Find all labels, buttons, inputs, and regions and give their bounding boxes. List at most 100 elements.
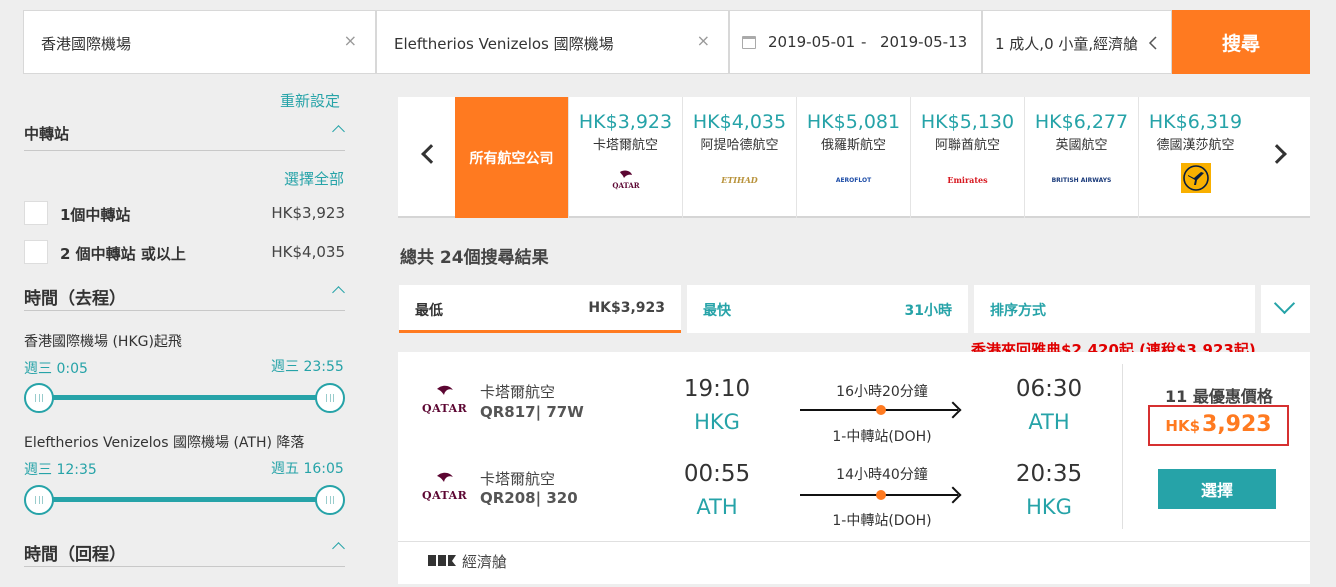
- leg1-arrive-code: ATH: [1028, 410, 1070, 434]
- airline-filter-british-airways[interactable]: HK$6,277 英國航空 BRITISH AIRWAYS: [1024, 97, 1138, 218]
- airline-name: 俄羅斯航空: [820, 138, 886, 153]
- select-all-stops-link[interactable]: 選擇全部: [284, 168, 344, 189]
- sort-fastest-value: 31小時: [904, 303, 952, 319]
- leg1-depart-time: 19:10: [683, 376, 751, 402]
- depart-slider-max-handle[interactable]: [315, 383, 345, 413]
- price-divider: [1122, 364, 1123, 529]
- leg2-duration: 14小時40分鐘: [836, 467, 928, 483]
- carousel-prev-icon[interactable]: [421, 144, 441, 164]
- airline-filter-aeroflot[interactable]: HK$5,081 俄羅斯航空 AEROFLOT: [796, 97, 910, 218]
- depart-max-time: 週三 23:55: [271, 359, 344, 375]
- sort-by-label: 排序方式: [990, 303, 1046, 319]
- travelers-field[interactable]: 1 成人,0 小童,經濟艙: [982, 10, 1172, 74]
- sort-tab-cheapest[interactable]: 最低 HK$3,923: [399, 285, 681, 333]
- airline-price: HK$5,130: [920, 111, 1015, 133]
- aeroflot-logo-icon: AEROFLOT: [835, 176, 872, 184]
- airline-name: 阿提哈德航空: [700, 138, 779, 153]
- reset-filters-link[interactable]: 重新設定: [280, 90, 340, 111]
- arrive-max-time: 週五 16:05: [271, 461, 344, 477]
- search-button[interactable]: 搜尋: [1172, 10, 1310, 74]
- airline-price: HK$5,081: [806, 111, 901, 133]
- airline-name: 英國航空: [1055, 138, 1108, 153]
- leg1-stops: 1-中轉站(DOH): [832, 429, 932, 445]
- airline-filter-qatar[interactable]: HK$3,923 卡塔爾航空 QATAR: [568, 97, 682, 218]
- leg1-arrive-time: 06:30: [1015, 376, 1083, 402]
- price-currency: HK$: [1165, 417, 1201, 435]
- date-separator: -: [861, 33, 867, 51]
- sort-by-dropdown[interactable]: 排序方式: [974, 285, 1255, 333]
- origin-field[interactable]: 香港國際機場 ×: [23, 10, 376, 74]
- airline-filter-emirates[interactable]: HK$5,130 阿聯酋航空 Emirates: [910, 97, 1024, 218]
- stops-2-price: HK$4,035: [271, 243, 345, 261]
- stops-1-label: 1個中轉站: [60, 206, 131, 224]
- stops-1-price: HK$3,923: [271, 204, 345, 222]
- outbound-time-header[interactable]: 時間（去程）: [24, 284, 345, 311]
- arrive-slider-max-handle[interactable]: [315, 485, 345, 515]
- card-divider: [398, 541, 1310, 542]
- select-flight-button[interactable]: 選擇: [1158, 469, 1276, 509]
- emirates-logo-icon: Emirates: [947, 175, 988, 185]
- clear-destination-icon[interactable]: ×: [697, 31, 710, 50]
- all-airlines-tab[interactable]: 所有航空公司: [455, 97, 568, 218]
- depart-airport-label: 香港國際機場 (HKG)起飛: [24, 334, 182, 350]
- outbound-time-title: 時間（去程）: [24, 289, 126, 309]
- qatar-logo-icon: QATAR: [422, 384, 467, 418]
- stops-section-header[interactable]: 中轉站: [24, 123, 345, 151]
- leg1-airline: 卡塔爾航空: [480, 383, 556, 401]
- airline-filter-etihad[interactable]: HK$4,035 阿提哈德航空 ETIHAD: [682, 97, 796, 218]
- arrive-slider-min-handle[interactable]: [24, 485, 54, 515]
- svg-text:QATAR: QATAR: [612, 181, 639, 190]
- destination-field[interactable]: Eleftherios Venizelos 國際機場 ×: [376, 10, 729, 74]
- clear-origin-icon[interactable]: ×: [344, 31, 357, 50]
- leg2-flight-number: QR208| 320: [480, 489, 578, 507]
- leg1-stop-dot: [876, 405, 886, 415]
- results-total: 總共 24個搜尋結果: [400, 248, 549, 268]
- lufthansa-crane-icon: [1139, 163, 1252, 193]
- leg1-duration: 16小時20分鐘: [836, 384, 928, 400]
- sort-tab-fastest[interactable]: 最快 31小時: [687, 285, 968, 333]
- leg2-depart-time: 00:55: [683, 461, 751, 487]
- leg2-stop-dot: [876, 490, 886, 500]
- airline-price: HK$6,277: [1034, 111, 1129, 133]
- airline-filter-lufthansa[interactable]: HK$6,319 德國漢莎航空: [1138, 97, 1252, 218]
- chevron-left-icon: [1148, 36, 1157, 50]
- arrive-time-slider-track[interactable]: [38, 497, 330, 502]
- leg2-depart-code: ATH: [696, 495, 738, 519]
- leg2-arrive-time: 20:35: [1015, 461, 1083, 487]
- cabin-class: 經濟艙: [462, 553, 508, 571]
- price-amount: 3,923: [1202, 412, 1272, 437]
- depart-slider-min-handle[interactable]: [24, 383, 54, 413]
- collapse-return-icon[interactable]: [332, 542, 345, 555]
- qatar-logo-icon: QATAR: [569, 169, 682, 191]
- etihad-logo-icon: ETIHAD: [721, 175, 758, 185]
- depart-time-slider-track[interactable]: [38, 395, 330, 400]
- deals-count: 11 最優惠價格: [1165, 387, 1273, 406]
- leg1-flight-number: QR817| 77W: [480, 403, 584, 421]
- date-range-field[interactable]: 2019-05-01 - 2019-05-13: [729, 10, 982, 74]
- seat-icon: [428, 555, 456, 566]
- return-time-header[interactable]: 時間（回程）: [24, 540, 345, 567]
- best-price: HK$ 3,923: [1148, 405, 1289, 446]
- sort-fastest-label: 最快: [703, 303, 731, 319]
- collapse-outbound-icon[interactable]: [332, 286, 345, 299]
- carousel-next-icon[interactable]: [1267, 144, 1287, 164]
- stops-1-checkbox[interactable]: [24, 201, 48, 225]
- airline-price: HK$6,319: [1148, 111, 1243, 133]
- stops-2-checkbox[interactable]: [24, 240, 48, 264]
- travelers-value: 1 成人,0 小童,經濟艙: [995, 35, 1139, 53]
- collapse-stops-icon[interactable]: [332, 125, 345, 138]
- date-to: 2019-05-13: [880, 33, 968, 51]
- leg2-stops: 1-中轉站(DOH): [832, 513, 932, 529]
- airline-name: 阿聯酋航空: [934, 138, 1000, 153]
- airline-price: HK$3,923: [578, 111, 673, 133]
- date-from: 2019-05-01: [768, 33, 856, 51]
- arrive-min-time: 週三 12:35: [24, 462, 97, 478]
- origin-value: 香港國際機場: [41, 35, 132, 53]
- destination-value: Eleftherios Venizelos 國際機場: [394, 35, 614, 53]
- leg2-airline: 卡塔爾航空: [480, 470, 556, 488]
- sort-cheapest-label: 最低: [415, 303, 443, 319]
- airline-price: HK$4,035: [692, 111, 787, 133]
- airline-name: 卡塔爾航空: [592, 138, 658, 153]
- airline-carousel: 所有航空公司 HK$3,923 卡塔爾航空 QATAR HK$4,035 阿提哈…: [398, 97, 1310, 218]
- calendar-icon: [742, 36, 756, 49]
